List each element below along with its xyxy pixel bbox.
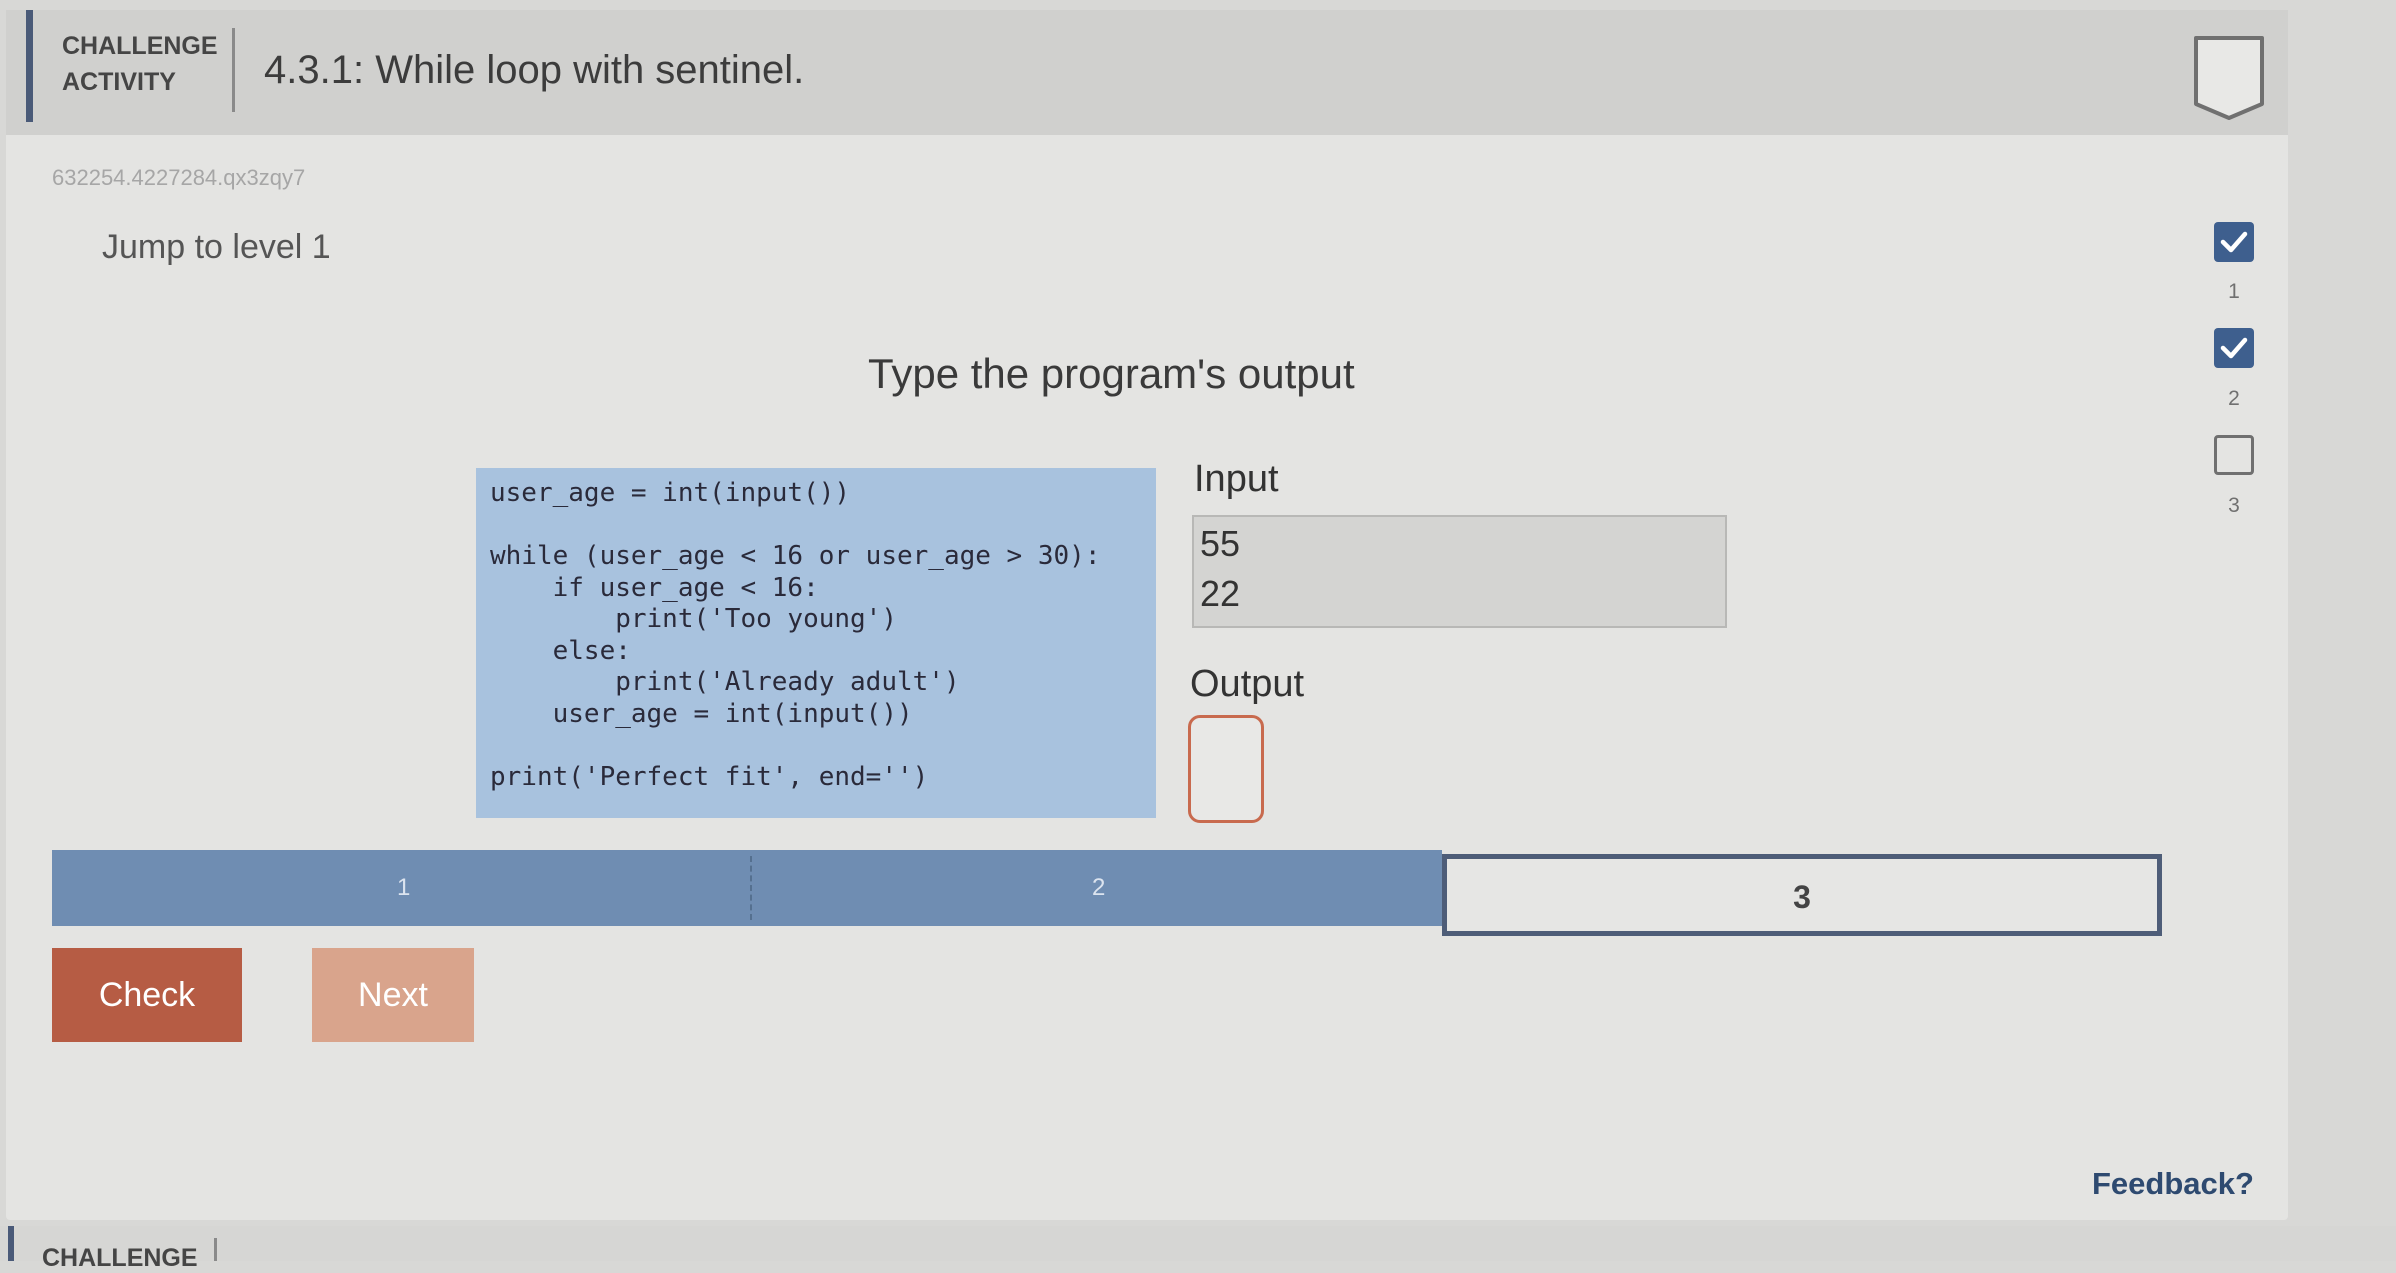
level-3-checkbox[interactable] — [2214, 435, 2254, 475]
level-3-number: 3 — [2228, 494, 2240, 517]
progress-divider — [750, 856, 752, 920]
next-header-divider — [214, 1238, 217, 1261]
activity-id: 632254.4227284.qx3zqy7 — [52, 165, 306, 190]
level-navigator: 1 2 3 — [2202, 210, 2266, 530]
next-activity-header: CHALLENGE — [0, 1226, 2396, 1272]
header-divider — [232, 28, 235, 112]
next-button[interactable]: Next — [312, 948, 474, 1042]
program-code: user_age = int(input()) while (user_age … — [490, 478, 1101, 792]
instruction-text: Type the program's output — [868, 350, 1355, 397]
code-panel: user_age = int(input()) while (user_age … — [476, 468, 1156, 818]
input-line: 55 — [1200, 523, 1241, 564]
program-input-box: 55 22 — [1192, 515, 1727, 628]
output-label: Output — [1190, 663, 1305, 705]
checkmark-icon — [2220, 337, 2248, 359]
check-button[interactable]: Check — [52, 948, 242, 1042]
progress-segment-3-current[interactable]: 3 — [1442, 854, 2162, 936]
output-answer-field[interactable] — [1188, 715, 1264, 823]
next-activity-type-label: CHALLENGE — [42, 1244, 198, 1272]
input-line: 22 — [1200, 573, 1241, 614]
activity-header: CHALLENGE ACTIVITY 4.3.1: While loop wit… — [6, 10, 2288, 135]
level-1-checkbox[interactable] — [2214, 222, 2254, 262]
activity-type-line2: ACTIVITY — [62, 68, 176, 96]
level-1-number: 1 — [2228, 280, 2240, 303]
progress-segment-1[interactable]: 1 — [397, 874, 410, 902]
level-2-checkbox[interactable] — [2214, 328, 2254, 368]
level-2-number: 2 — [2228, 387, 2240, 410]
jump-to-level-link[interactable]: Jump to level 1 — [102, 228, 331, 267]
input-label: Input — [1194, 458, 1279, 500]
bookmark-icon[interactable] — [2192, 34, 2266, 122]
activity-title: 4.3.1: While loop with sentinel. — [264, 48, 805, 92]
activity-type-label: CHALLENGE ACTIVITY — [62, 28, 218, 100]
progress-segment-3-label: 3 — [1793, 879, 1811, 915]
progress-segment-2[interactable]: 2 — [1092, 874, 1105, 902]
activity-type-line1: CHALLENGE — [62, 32, 218, 60]
next-header-accent-bar — [8, 1226, 14, 1261]
checkmark-icon — [2220, 231, 2248, 253]
level-progress-bar: 1 2 3 — [52, 850, 2162, 936]
feedback-link[interactable]: Feedback? — [2092, 1166, 2254, 1202]
progress-completed-segments: 1 2 — [52, 850, 1442, 926]
header-accent-bar — [26, 10, 33, 122]
challenge-activity-card: CHALLENGE ACTIVITY 4.3.1: While loop wit… — [6, 10, 2288, 1220]
